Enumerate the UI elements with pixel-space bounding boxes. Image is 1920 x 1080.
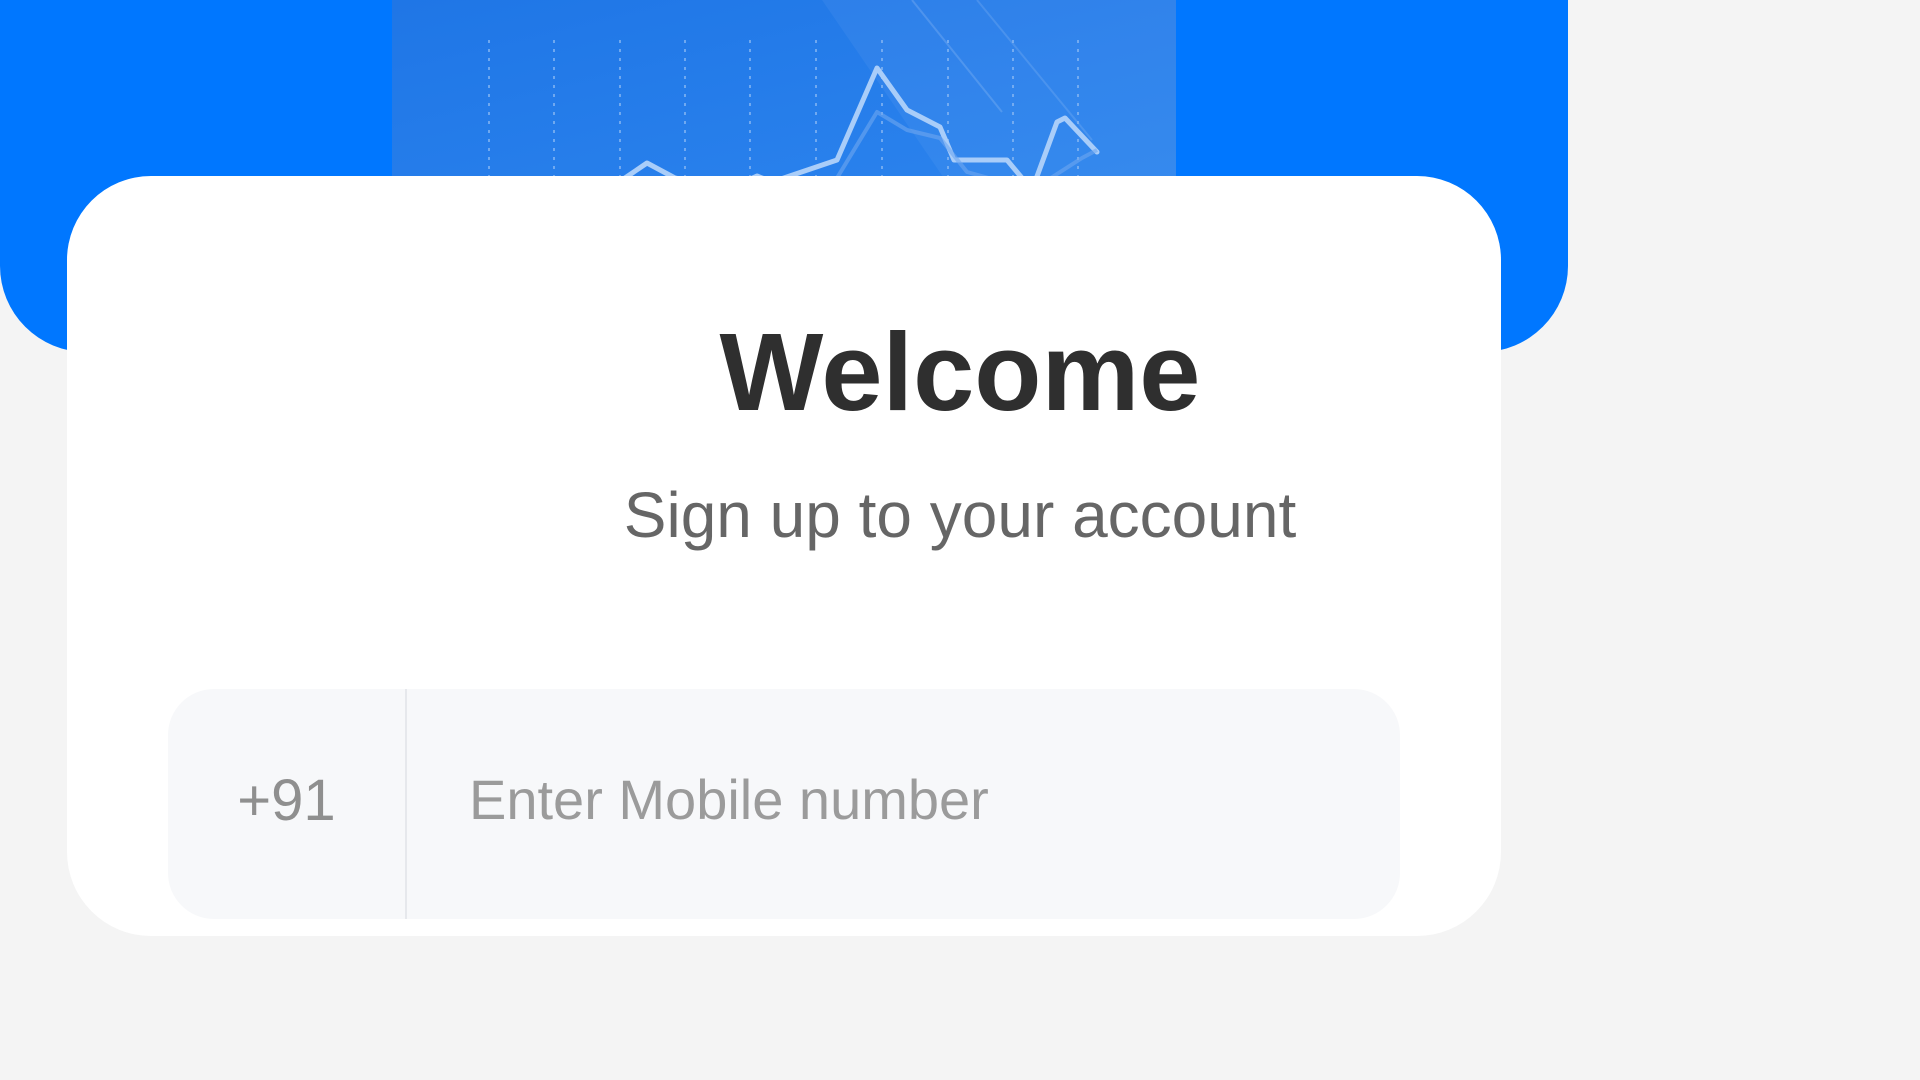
country-code-selector[interactable]: +91 — [168, 689, 407, 919]
mobile-number-input[interactable] — [407, 689, 1400, 909]
page-subtitle: Sign up to your account — [623, 479, 1297, 551]
stock-chart-illustration — [392, 0, 1176, 190]
mobile-number-field-group: +91 — [168, 689, 1400, 919]
page-title: Welcome — [719, 311, 1201, 434]
